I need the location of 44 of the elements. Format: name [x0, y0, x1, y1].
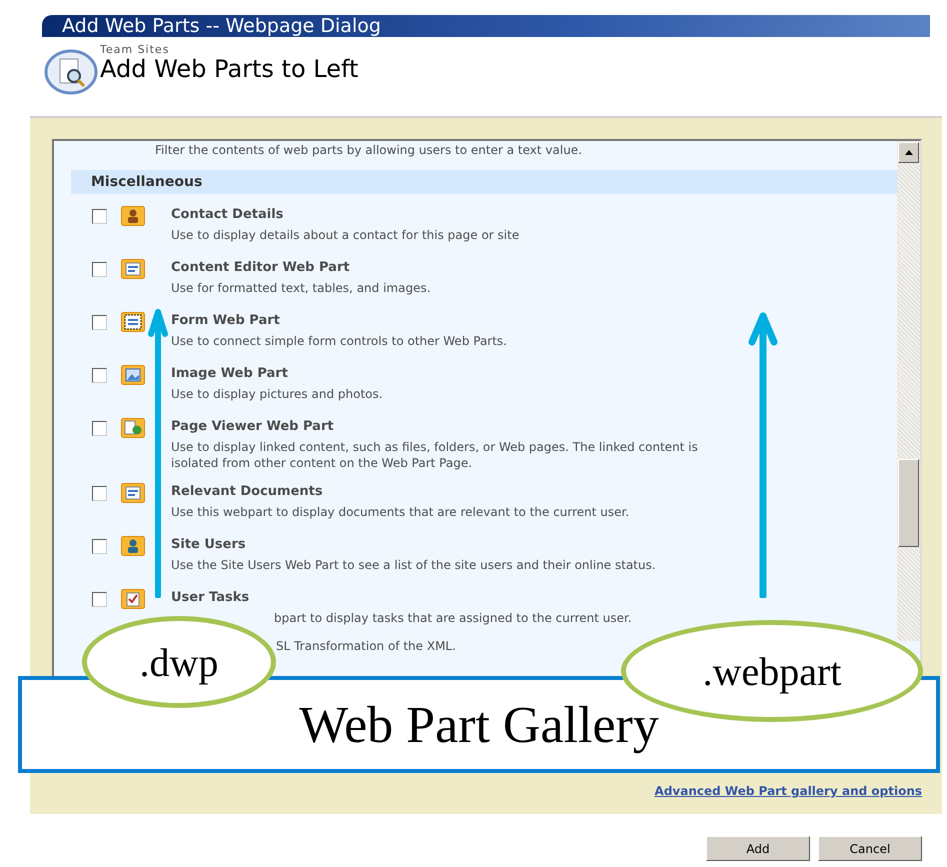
page-title: Add Web Parts to Left: [100, 56, 358, 82]
checkbox[interactable]: [92, 421, 107, 436]
scrollbar[interactable]: [897, 141, 920, 641]
checkbox[interactable]: [92, 592, 107, 607]
item-description: Use to display linked content, such as files, folders, or Web pages. The linked content is isolated from other content on the Web Part Page.: [171, 439, 699, 471]
item-description: Use to connect simple form controls to other Web Parts.: [171, 333, 507, 349]
search-document-icon: [44, 49, 98, 95]
web-part-title[interactable]: Contact Details: [171, 206, 520, 224]
person-tile-icon: [121, 536, 145, 556]
checkbox[interactable]: [92, 486, 107, 501]
advanced-gallery-link[interactable]: Advanced Web Part gallery and options: [654, 784, 922, 798]
cancel-button[interactable]: Cancel: [818, 836, 922, 861]
web-part-title[interactable]: Content Editor Web Part: [171, 259, 431, 277]
checkbox[interactable]: [92, 209, 107, 224]
scroll-thumb[interactable]: [898, 459, 919, 547]
web-part-title[interactable]: Relevant Documents: [171, 483, 630, 501]
picture-tile-icon: [121, 365, 145, 385]
item-description: Use for formatted text, tables, and images.: [171, 280, 431, 296]
checkbox[interactable]: [92, 539, 107, 554]
window-title: Add Web Parts -- Webpage Dialog: [42, 15, 930, 37]
item-description: Use this webpart to display documents that are relevant to the current user.: [171, 504, 630, 520]
web-part-title[interactable]: User Tasks: [171, 589, 632, 607]
web-part-title[interactable]: Site Users: [171, 536, 656, 554]
item-description: Use to display pictures and photos.: [171, 386, 383, 402]
document-tile-icon: [121, 259, 145, 279]
checkbox[interactable]: [92, 262, 107, 277]
category-header: Miscellaneous: [71, 170, 897, 194]
item-description: SL Transformation of the XML.: [275, 639, 457, 653]
breadcrumb[interactable]: Team Sites: [100, 43, 358, 56]
item-description: Use to display details about a contact for this page or site: [171, 227, 520, 243]
web-part-title[interactable]: Image Web Part: [171, 365, 383, 383]
item-description: Filter the contents of web parts by allowing users to enter a text value.: [154, 142, 584, 158]
web-part-title[interactable]: Page Viewer Web Part: [171, 418, 741, 436]
checkbox[interactable]: [92, 368, 107, 383]
checkbox[interactable]: [92, 315, 107, 330]
person-tile-icon: [121, 206, 145, 226]
web-part-title[interactable]: Form Web Part: [171, 312, 507, 330]
scroll-up-icon[interactable]: [898, 142, 919, 163]
document-tile-icon: [121, 312, 145, 332]
item-description: Use the Site Users Web Part to see a list of the site users and their online status.: [171, 557, 656, 573]
checklist-tile-icon: [121, 589, 145, 609]
add-button[interactable]: Add: [706, 836, 810, 861]
document-tile-icon: [121, 483, 145, 503]
document-tile-icon: [121, 418, 145, 438]
